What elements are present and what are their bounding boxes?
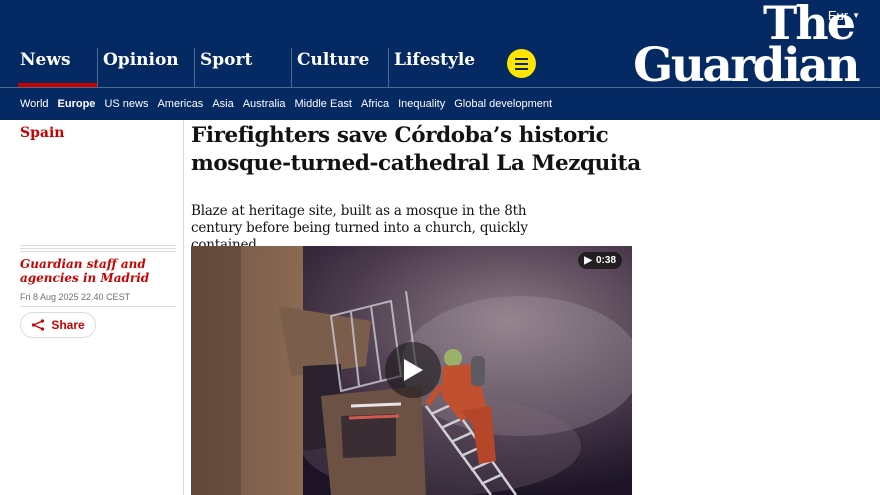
play-icon xyxy=(404,359,423,381)
section-kicker[interactable]: Spain xyxy=(20,125,64,141)
play-button[interactable] xyxy=(385,342,441,398)
logo-guardian: Guardian xyxy=(633,38,860,94)
sub-nav: World Europe US news Americas Asia Austr… xyxy=(0,87,880,120)
share-button[interactable]: Share xyxy=(20,312,96,338)
menu-icon[interactable] xyxy=(507,49,536,78)
pillar-news[interactable]: News xyxy=(0,48,97,87)
subnav-inequality[interactable]: Inequality xyxy=(398,98,445,110)
share-icon xyxy=(32,319,45,331)
video-duration: ▶ 0:38 xyxy=(578,252,622,269)
article-meta-column: Spain Guardian staff and agencies in Mad… xyxy=(0,120,184,495)
pillar-nav: News Opinion Sport Culture Lifestyle xyxy=(0,48,485,87)
pillar-opinion[interactable]: Opinion xyxy=(97,48,194,87)
byline-divider xyxy=(20,245,176,253)
byline[interactable]: Guardian staff and agencies in Madrid xyxy=(20,257,180,285)
subnav-middle-east[interactable]: Middle East xyxy=(295,98,352,110)
pillar-culture[interactable]: Culture xyxy=(291,48,388,87)
article-headline: Firefighters save Córdoba’s historic mos… xyxy=(191,123,641,176)
duration-label: 0:38 xyxy=(595,255,616,266)
subnav-world[interactable]: World xyxy=(20,98,49,110)
subnav-europe[interactable]: Europe xyxy=(58,98,96,110)
subnav-us-news[interactable]: US news xyxy=(104,98,148,110)
subnav-australia[interactable]: Australia xyxy=(243,98,286,110)
pillar-sport[interactable]: Sport xyxy=(194,48,291,87)
guardian-logo[interactable]: The Guardian xyxy=(633,0,860,94)
share-label: Share xyxy=(51,318,85,332)
dateline: Fri 8 Aug 2025 22.40 CEST xyxy=(20,292,131,302)
pillar-lifestyle[interactable]: Lifestyle xyxy=(388,48,485,87)
subnav-americas[interactable]: Americas xyxy=(157,98,203,110)
subnav-global-development[interactable]: Global development xyxy=(454,98,552,110)
subnav-asia[interactable]: Asia xyxy=(212,98,233,110)
subnav-africa[interactable]: Africa xyxy=(361,98,389,110)
meta-divider xyxy=(20,306,176,307)
play-small-icon: ▶ xyxy=(584,255,592,266)
video-player[interactable]: ▶ 0:38 xyxy=(191,246,632,495)
